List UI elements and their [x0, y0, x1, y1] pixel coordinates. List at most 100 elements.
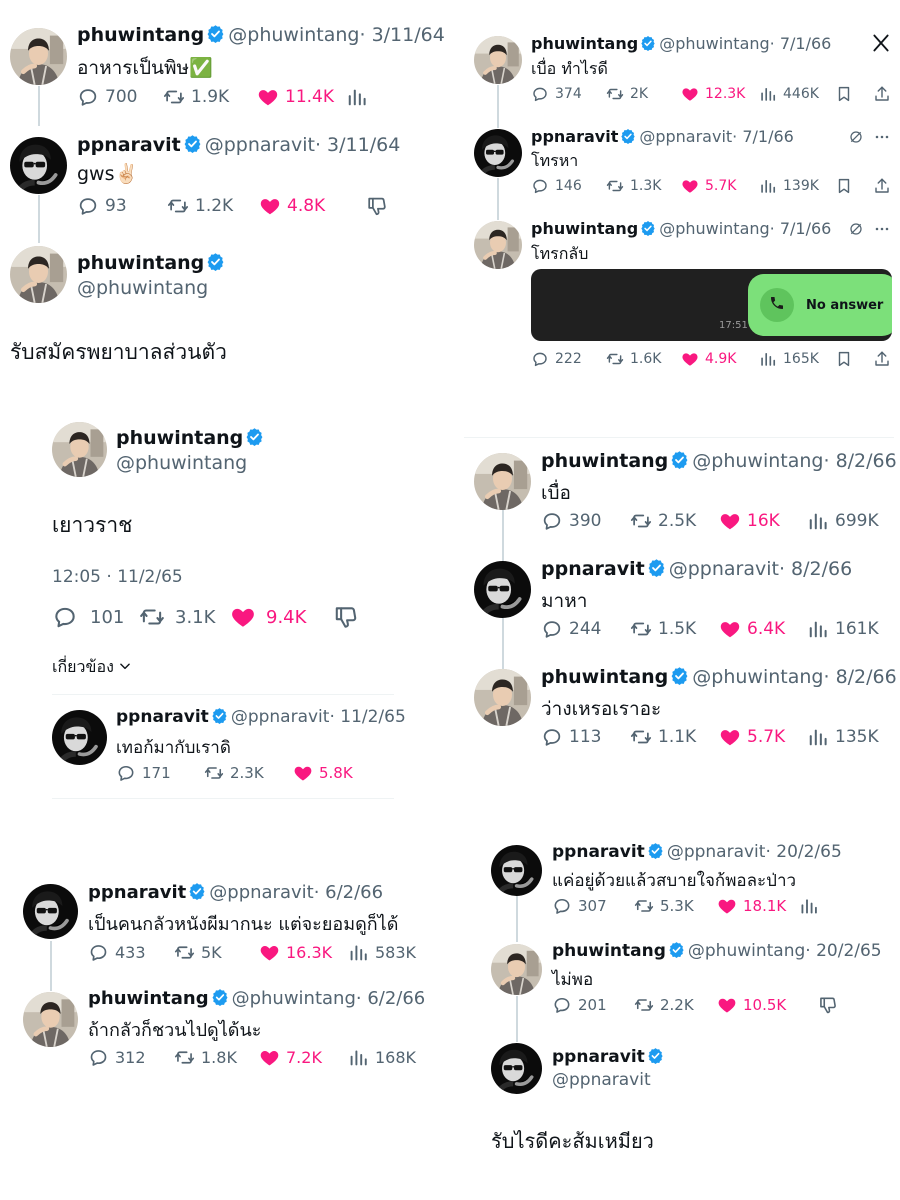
retweet-button[interactable]: 1.9K: [163, 85, 229, 109]
bookmark-icon[interactable]: [835, 85, 853, 103]
retweet-button[interactable]: 1.1K: [630, 725, 696, 749]
avatar[interactable]: [474, 561, 531, 618]
display-name[interactable]: phuwintang: [88, 988, 209, 1009]
avatar[interactable]: [474, 36, 522, 84]
display-name[interactable]: phuwintang: [116, 427, 243, 449]
display-name[interactable]: ppnaravit: [531, 127, 618, 146]
more-icon[interactable]: [874, 221, 890, 237]
retweet-button[interactable]: 1.8K: [174, 1046, 237, 1068]
avatar[interactable]: [491, 944, 542, 995]
retweet-button[interactable]: 2.5K: [630, 509, 696, 533]
views-button[interactable]: 699K: [807, 509, 879, 533]
hide-icon[interactable]: [848, 129, 864, 145]
reply-button[interactable]: 113: [541, 725, 601, 749]
retweet-button[interactable]: 5.3K: [634, 895, 694, 916]
views-button[interactable]: 168K: [348, 1046, 416, 1068]
reply-button[interactable]: 312: [88, 1046, 146, 1068]
views-button[interactable]: 583K: [348, 941, 416, 963]
avatar[interactable]: [474, 453, 531, 510]
retweet-button[interactable]: 2.3K: [204, 762, 264, 784]
tweet-date[interactable]: · 20/2/65: [805, 941, 881, 961]
like-button[interactable]: 16K: [719, 509, 780, 533]
tweet-date[interactable]: · 8/2/66: [823, 666, 896, 688]
like-button[interactable]: 7.2K: [259, 1046, 322, 1068]
bookmark-icon[interactable]: [835, 350, 853, 368]
reply-button[interactable]: 222: [531, 349, 582, 369]
avatar[interactable]: [10, 137, 67, 194]
reply-button[interactable]: 244: [541, 617, 601, 641]
share-icon[interactable]: [873, 350, 891, 368]
dislike-icon[interactable]: [366, 195, 388, 217]
bookmark-icon[interactable]: [835, 177, 853, 195]
reply-button[interactable]: 700: [77, 85, 137, 109]
x-logo-icon[interactable]: [871, 33, 891, 53]
display-name[interactable]: ppnaravit: [552, 842, 645, 862]
reply-button[interactable]: 201: [552, 994, 607, 1015]
like-button[interactable]: 18.1K: [717, 895, 786, 916]
display-name[interactable]: phuwintang: [541, 666, 668, 688]
views-icon[interactable]: [799, 896, 819, 916]
display-name[interactable]: phuwintang: [552, 941, 666, 961]
tweet-date[interactable]: · 3/11/64: [359, 24, 444, 46]
display-name[interactable]: phuwintang: [77, 252, 204, 274]
views-button[interactable]: 161K: [807, 617, 879, 641]
like-button[interactable]: 4.9K: [681, 349, 736, 369]
user-handle[interactable]: @phuwintang: [692, 666, 823, 688]
call-screenshot[interactable]: 17:51 No answer: [531, 269, 892, 341]
user-handle[interactable]: @phuwintang: [659, 219, 769, 238]
tweet-date[interactable]: · 7/1/66: [732, 127, 794, 146]
user-handle[interactable]: @phuwintang: [228, 24, 359, 46]
avatar[interactable]: [491, 845, 542, 896]
views-icon[interactable]: [346, 86, 368, 108]
like-button[interactable]: 6.4K: [719, 617, 785, 641]
display-name[interactable]: phuwintang: [541, 450, 668, 472]
user-handle[interactable]: @ppnaravit: [209, 882, 313, 903]
retweet-button[interactable]: 1.5K: [630, 617, 696, 641]
reply-button[interactable]: 101: [52, 604, 124, 630]
hide-icon[interactable]: [848, 221, 864, 237]
avatar[interactable]: [474, 129, 522, 177]
display-name[interactable]: ppnaravit: [116, 707, 209, 727]
user-handle[interactable]: @ppnaravit: [552, 1070, 651, 1090]
reply-button[interactable]: 374: [531, 84, 582, 104]
user-handle[interactable]: @ppnaravit: [639, 127, 732, 146]
avatar[interactable]: [23, 992, 78, 1047]
dislike-icon[interactable]: [818, 995, 838, 1015]
display-name[interactable]: phuwintang: [531, 34, 638, 53]
reply-button[interactable]: 146: [531, 176, 582, 196]
user-handle[interactable]: @phuwintang: [77, 277, 208, 299]
user-handle[interactable]: @phuwintang: [116, 452, 247, 474]
user-handle[interactable]: @phuwintang: [688, 941, 805, 961]
like-button[interactable]: 11.4K: [257, 85, 334, 109]
retweet-button[interactable]: 1.2K: [167, 194, 233, 218]
avatar[interactable]: [474, 221, 522, 269]
user-handle[interactable]: @phuwintang: [692, 450, 823, 472]
reply-button[interactable]: 171: [116, 762, 171, 784]
views-button[interactable]: 446K: [759, 84, 819, 104]
tweet-date[interactable]: · 6/2/66: [314, 882, 383, 903]
tweet-date[interactable]: · 8/2/66: [823, 450, 896, 472]
avatar[interactable]: [474, 669, 531, 726]
user-handle[interactable]: @ppnaravit: [669, 558, 779, 580]
display-name[interactable]: phuwintang: [77, 24, 204, 46]
display-name[interactable]: ppnaravit: [88, 882, 186, 903]
like-button[interactable]: 9.4K: [230, 604, 306, 630]
retweet-button[interactable]: 3.1K: [139, 604, 215, 630]
share-icon[interactable]: [873, 85, 891, 103]
avatar[interactable]: [491, 1043, 542, 1094]
avatar[interactable]: [10, 246, 67, 303]
views-button[interactable]: 135K: [807, 725, 879, 749]
reply-button[interactable]: 390: [541, 509, 601, 533]
tweet-date[interactable]: · 7/1/66: [770, 219, 832, 238]
related-link[interactable]: เกี่ยวข้อง: [52, 655, 132, 680]
tweet-date[interactable]: · 3/11/64: [315, 134, 400, 156]
display-name[interactable]: ppnaravit: [77, 134, 181, 156]
like-button[interactable]: 5.7K: [681, 176, 736, 196]
tweet-date[interactable]: · 6/2/66: [356, 988, 425, 1009]
views-button[interactable]: 139K: [759, 176, 819, 196]
user-handle[interactable]: @phuwintang: [659, 34, 769, 53]
user-handle[interactable]: @ppnaravit: [205, 134, 315, 156]
like-button[interactable]: 5.8K: [293, 762, 353, 784]
avatar[interactable]: [23, 884, 78, 939]
tweet-date[interactable]: · 20/2/65: [765, 842, 841, 862]
